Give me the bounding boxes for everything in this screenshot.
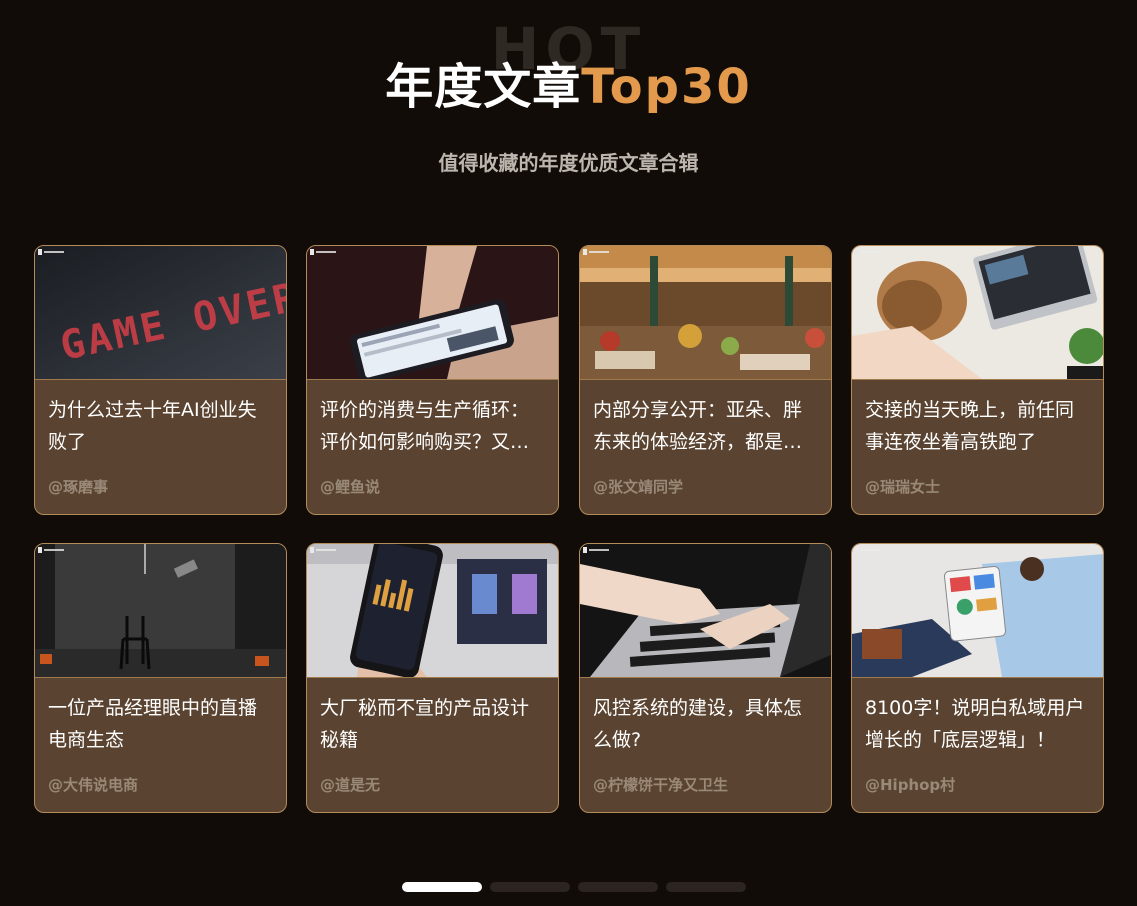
watermark-logo: [855, 547, 881, 553]
title-top30: Top30: [581, 59, 752, 115]
watermark-logo: [583, 547, 609, 553]
article-title: 为什么过去十年AI创业失败了: [48, 399, 257, 453]
article-card[interactable]: GAME OVER 为什么过去十年AI创业失败了 @琢磨事: [34, 245, 287, 515]
tablet-charts-image: [852, 544, 1103, 678]
article-card[interactable]: 大厂秘而不宣的产品设计秘籍 @道是无: [306, 543, 559, 813]
article-card[interactable]: 内部分享公开：亚朵、胖东来的体验经济，都是怎么做的？ @张文靖同学: [579, 245, 832, 515]
page-subtitle: 值得收藏的年度优质文章合辑: [438, 151, 699, 175]
article-title: 风控系统的建设，具体怎么做?: [593, 697, 803, 751]
article-title: 一位产品经理眼中的直播电商生态: [48, 697, 258, 751]
page: HOT 年度文章Top30 值得收藏的年度优质文章合辑 GAME OVER 为什…: [0, 0, 1137, 906]
stressed-person-image: [852, 246, 1103, 380]
game-over-image: GAME OVER: [35, 246, 286, 380]
article-title: 内部分享公开：亚朵、胖东来的体验经济，都是怎么做的？: [593, 399, 803, 453]
watermark-logo: [38, 249, 64, 255]
watermark-logo: [855, 249, 881, 255]
typing-laptop-image: [580, 544, 831, 678]
article-author: @张文靖同学: [593, 478, 684, 496]
article-author: @道是无: [320, 776, 381, 794]
article-card[interactable]: 评价的消费与生产循环：评价如何影响购买？又如何被生产？ @鲤鱼说: [306, 245, 559, 515]
finance-phone-image: [307, 544, 558, 678]
hands-phone-image: [307, 246, 558, 380]
article-author: @鲤鱼说: [320, 478, 381, 496]
watermark-logo: [38, 547, 64, 553]
watermark-logo: [310, 249, 336, 255]
article-author: @琢磨事: [48, 478, 109, 496]
article-author: @Hiphop村: [865, 776, 956, 794]
page-dot-4[interactable]: [666, 882, 746, 892]
market-image: [580, 246, 831, 380]
article-card[interactable]: 一位产品经理眼中的直播电商生态 @大伟说电商: [34, 543, 287, 813]
watermark-logo: [310, 547, 336, 553]
watermark-logo: [583, 249, 609, 255]
article-title: 大厂秘而不宣的产品设计秘籍: [320, 697, 530, 751]
hero-header: HOT 年度文章Top30 值得收藏的年度优质文章合辑: [0, 0, 1137, 200]
article-author: @柠檬饼干净又卫生: [593, 776, 729, 794]
title-chinese: 年度文章: [385, 59, 582, 115]
article-author: @瑞瑞女士: [865, 478, 941, 496]
article-card[interactable]: 8100字！说明白私域用户增长的「底层逻辑」！ @Hiphop村: [851, 543, 1104, 813]
article-card[interactable]: 交接的当天晚上，前任同事连夜坐着高铁跑了 @瑞瑞女士: [851, 245, 1104, 515]
article-card[interactable]: 风控系统的建设，具体怎么做? @柠檬饼干净又卫生: [579, 543, 832, 813]
article-title: 交接的当天晚上，前任同事连夜坐着高铁跑了: [865, 399, 1075, 453]
page-dot-1[interactable]: [402, 882, 482, 892]
page-title: 年度文章Top30: [0, 56, 1137, 118]
article-title: 评价的消费与生产循环：评价如何影响购买？又如何被生产？: [320, 399, 530, 453]
article-author: @大伟说电商: [48, 776, 139, 794]
page-dot-3[interactable]: [578, 882, 658, 892]
page-dot-2[interactable]: [490, 882, 570, 892]
article-title: 8100字！说明白私域用户增长的「底层逻辑」！: [865, 697, 1085, 751]
studio-chair-image: [35, 544, 286, 678]
carousel-pagination: [402, 882, 746, 894]
